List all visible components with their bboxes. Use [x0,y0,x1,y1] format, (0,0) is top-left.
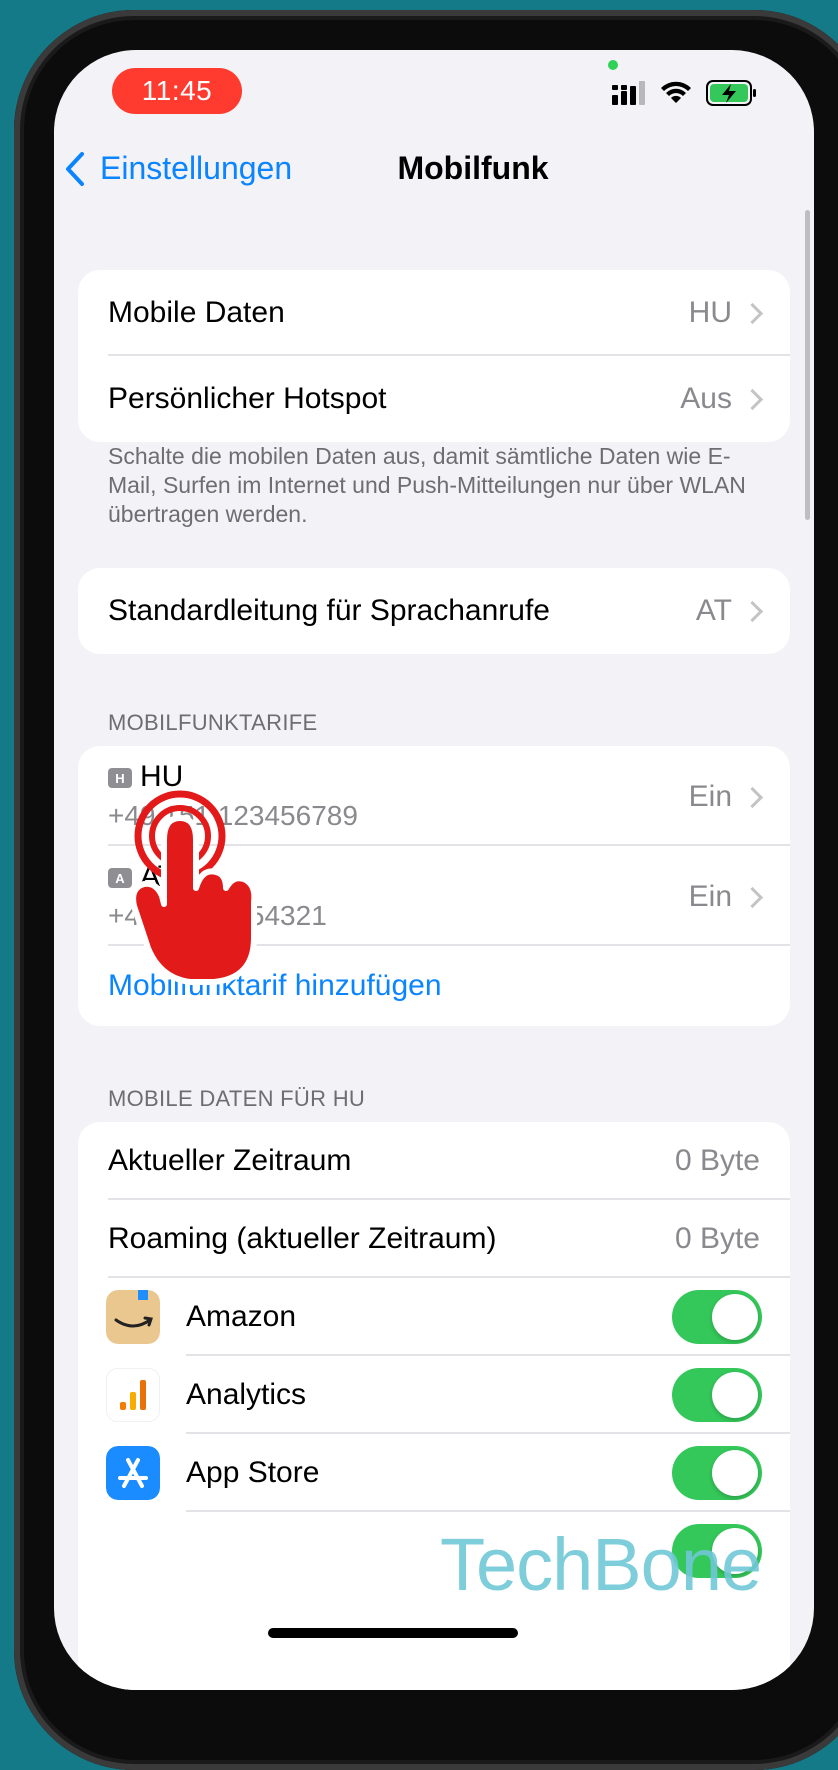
roaming-period-row: Roaming (aktueller Zeitraum) 0 Byte [78,1200,790,1278]
analytics-data-toggle[interactable] [672,1368,762,1422]
partial-app-icon [106,1524,160,1578]
row-label: Standardleitung für Sprachanrufe [108,594,550,627]
current-period-row: Aktueller Zeitraum 0 Byte [78,1122,790,1200]
wifi-icon [661,81,691,103]
chevron-right-icon [741,600,764,622]
sim-badge-icon: H [108,768,132,788]
analytics-app-icon [106,1368,160,1422]
row-value: 0 Byte [674,1144,760,1177]
chevron-right-icon [741,786,764,809]
app-row-amazon: Amazon [78,1278,790,1356]
row-label: Mobile Daten [108,296,285,329]
chevron-right-icon [741,302,764,324]
status-time[interactable]: 11:45 [112,68,242,114]
row-label: Persönlicher Hotspot [108,382,387,415]
app-name: App Store [186,1456,320,1489]
row-value: 0 Byte [674,1222,760,1255]
app-name: Analytics [186,1378,307,1411]
home-indicator[interactable] [268,1628,518,1638]
phone-screen: 11:45 Mobilfunk Einstellungen Mobile Dat… [54,50,814,1690]
camera-indicator-dot [608,60,618,70]
app-name: Amazon [186,1300,297,1333]
mobile-data-footer-note: Schalte die mobilen Daten aus, damit säm… [108,443,746,527]
tap-hand-icon [130,790,258,985]
chevron-right-icon [741,388,764,410]
app-store-app-icon [106,1446,160,1500]
personal-hotspot-row[interactable]: Persönlicher Hotspot Aus [78,356,790,442]
default-voice-line-group: Standardleitung für Sprachanrufe AT [78,568,790,654]
row-value: HU [688,296,732,329]
row-value: AT [695,594,732,627]
tariff-status: Ein [688,780,732,813]
app-row-analytics: Analytics [78,1356,790,1434]
chevron-left-icon [66,151,84,186]
back-label: Einstellungen [100,150,293,186]
back-button[interactable]: Einstellungen [64,150,292,187]
section-header-tariffs: MOBILFUNKTARIFE [108,710,318,735]
watermark-logo: TechBone [440,1523,762,1606]
default-voice-line-row[interactable]: Standardleitung für Sprachanrufe AT [78,568,790,654]
row-value: Aus [680,382,732,415]
row-label: Aktueller Zeitraum [108,1144,352,1177]
cellular-signal-icon [612,81,645,105]
app-row-app-store: App Store [78,1434,790,1512]
mobile-data-row[interactable]: Mobile Daten HU [78,270,790,356]
battery-charging-icon [706,80,756,106]
amazon-data-toggle[interactable] [672,1290,762,1344]
status-icons [612,76,758,110]
tariff-status: Ein [688,880,732,913]
sim-badge-icon: A [108,868,132,888]
section-header-mobile-data: MOBILE DATEN FÜR HU [108,1086,366,1111]
scrollbar[interactable] [805,210,810,520]
chevron-right-icon [741,886,764,909]
app-store-data-toggle[interactable] [672,1446,762,1500]
mobile-data-group: Mobile Daten HU Persönlicher Hotspot Aus [78,270,790,442]
row-label: Roaming (aktueller Zeitraum) [108,1222,497,1255]
amazon-app-icon [106,1290,160,1344]
